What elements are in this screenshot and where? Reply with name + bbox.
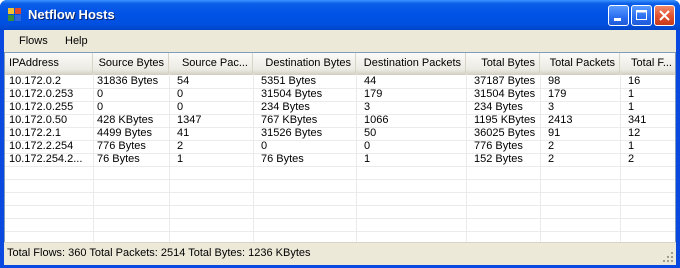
column-header-total-flows[interactable]: Total F... bbox=[620, 53, 675, 74]
app-window: Netflow Hosts Flows Help IPAddress Sourc… bbox=[0, 0, 680, 268]
cell-destination-bytes: 234 Bytes bbox=[261, 101, 310, 113]
cell-source-bytes: 0 bbox=[97, 88, 104, 100]
cell-total-packets: 179 bbox=[548, 88, 567, 100]
cell-total-bytes: 37187 Bytes bbox=[474, 75, 536, 87]
app-grid-icon bbox=[8, 8, 21, 21]
menu-help[interactable]: Help bbox=[65, 35, 88, 47]
cell-source-packets: 0 bbox=[177, 101, 184, 113]
cell-total-packets: 2 bbox=[548, 140, 555, 152]
cell-source-packets: 0 bbox=[177, 88, 184, 100]
column-header-source-packets[interactable]: Source Pac... bbox=[169, 53, 253, 74]
cell-total-bytes: 152 Bytes bbox=[474, 153, 523, 165]
cell-source-bytes: 4499 Bytes bbox=[97, 127, 153, 139]
cell-destination-bytes: 31526 Bytes bbox=[261, 127, 323, 139]
cell-source-bytes: 776 Bytes bbox=[97, 140, 146, 152]
menu-bar: Flows Help bbox=[4, 30, 676, 52]
cell-ipaddress: 10.172.2.254 bbox=[9, 140, 74, 152]
cell-total-packets: 98 bbox=[548, 75, 561, 87]
maximize-icon bbox=[636, 10, 647, 20]
cell-destination-bytes: 31504 Bytes bbox=[261, 88, 323, 100]
cell-destination-packets: 3 bbox=[364, 101, 371, 113]
table-row[interactable]: 10.172.2.254 776 Bytes 2 0 0 776 Bytes 2… bbox=[5, 140, 675, 153]
cell-total-flows: 341 bbox=[628, 114, 647, 126]
cell-ipaddress: 10.172.0.50 bbox=[9, 114, 68, 126]
cell-total-flows: 1 bbox=[628, 88, 635, 100]
table-row[interactable]: 10.172.254.2... 76 Bytes 1 76 Bytes 1 15… bbox=[5, 153, 675, 166]
column-header-destination-bytes[interactable]: Destination Bytes bbox=[253, 53, 356, 74]
cell-destination-bytes: 5351 Bytes bbox=[261, 75, 317, 87]
column-header-ipaddress[interactable]: IPAddress bbox=[5, 53, 93, 74]
cell-source-packets: 2 bbox=[177, 140, 184, 152]
cell-total-bytes: 234 Bytes bbox=[474, 101, 523, 113]
cell-total-flows: 12 bbox=[628, 127, 641, 139]
hosts-list-view[interactable]: IPAddress Source Bytes Source Pac... Des… bbox=[4, 52, 676, 262]
cell-destination-bytes: 76 Bytes bbox=[261, 153, 304, 165]
table-row[interactable]: 10.172.0.50 428 KBytes 1347 767 KBytes 1… bbox=[5, 114, 675, 127]
cell-source-packets: 54 bbox=[177, 75, 190, 87]
cell-source-packets: 41 bbox=[177, 127, 190, 139]
cell-source-bytes: 31836 Bytes bbox=[97, 75, 159, 87]
cell-ipaddress: 10.172.0.2 bbox=[9, 75, 61, 87]
minimize-icon bbox=[614, 18, 621, 21]
cell-total-packets: 3 bbox=[548, 101, 555, 113]
cell-destination-packets: 1 bbox=[364, 153, 371, 165]
cell-destination-bytes: 0 bbox=[261, 140, 268, 152]
cell-total-flows: 1 bbox=[628, 140, 635, 152]
column-header-source-bytes[interactable]: Source Bytes bbox=[93, 53, 169, 74]
cell-destination-packets: 179 bbox=[364, 88, 383, 100]
column-header-total-bytes[interactable]: Total Bytes bbox=[466, 53, 540, 74]
table-row[interactable]: 10.172.0.253 0 0 31504 Bytes 179 31504 B… bbox=[5, 88, 675, 101]
cell-ipaddress: 10.172.2.1 bbox=[9, 127, 61, 139]
cell-source-bytes: 0 bbox=[97, 101, 104, 113]
cell-destination-packets: 1066 bbox=[364, 114, 389, 126]
table-row[interactable]: 10.172.0.255 0 0 234 Bytes 3 234 Bytes 3… bbox=[5, 101, 675, 114]
cell-destination-packets: 50 bbox=[364, 127, 377, 139]
window-title: Netflow Hosts bbox=[28, 7, 115, 22]
close-icon bbox=[659, 10, 670, 21]
cell-ipaddress: 10.172.0.255 bbox=[9, 101, 74, 113]
menu-flows[interactable]: Flows bbox=[19, 35, 48, 47]
status-bar: Total Flows: 360 Total Packets: 2514 Tot… bbox=[4, 242, 676, 265]
cell-destination-bytes: 767 KBytes bbox=[261, 114, 318, 126]
cell-destination-packets: 0 bbox=[364, 140, 371, 152]
client-area: Flows Help IPAddress Source Bytes Source… bbox=[4, 30, 676, 265]
cell-total-bytes: 776 Bytes bbox=[474, 140, 523, 152]
cell-ipaddress: 10.172.254.2... bbox=[9, 153, 83, 165]
size-grip-icon[interactable] bbox=[662, 251, 674, 263]
column-header-destination-packets[interactable]: Destination Packets bbox=[356, 53, 466, 74]
status-text: Total Flows: 360 Total Packets: 2514 Tot… bbox=[7, 247, 311, 259]
cell-total-packets: 2 bbox=[548, 153, 555, 165]
cell-source-bytes: 76 Bytes bbox=[97, 153, 140, 165]
table-row[interactable]: 10.172.0.2 31836 Bytes 54 5351 Bytes 44 … bbox=[5, 75, 675, 88]
cell-total-bytes: 31504 Bytes bbox=[474, 88, 536, 100]
cell-total-packets: 2413 bbox=[548, 114, 573, 126]
column-header-total-packets[interactable]: Total Packets bbox=[540, 53, 620, 74]
cell-total-packets: 91 bbox=[548, 127, 561, 139]
cell-total-flows: 1 bbox=[628, 101, 635, 113]
column-header-row: IPAddress Source Bytes Source Pac... Des… bbox=[5, 53, 675, 75]
table-row[interactable]: 10.172.2.1 4499 Bytes 41 31526 Bytes 50 … bbox=[5, 127, 675, 140]
maximize-button[interactable] bbox=[631, 5, 652, 26]
cell-total-bytes: 1195 KBytes bbox=[474, 114, 536, 126]
title-bar[interactable]: Netflow Hosts bbox=[0, 0, 680, 30]
cell-total-flows: 2 bbox=[628, 153, 635, 165]
minimize-button[interactable] bbox=[608, 5, 629, 26]
cell-source-packets: 1347 bbox=[177, 114, 202, 126]
cell-source-packets: 1 bbox=[177, 153, 184, 165]
cell-ipaddress: 10.172.0.253 bbox=[9, 88, 74, 100]
cell-total-bytes: 36025 Bytes bbox=[474, 127, 536, 139]
close-button[interactable] bbox=[654, 5, 675, 26]
cell-source-bytes: 428 KBytes bbox=[97, 114, 154, 126]
cell-destination-packets: 44 bbox=[364, 75, 377, 87]
cell-total-flows: 16 bbox=[628, 75, 641, 87]
